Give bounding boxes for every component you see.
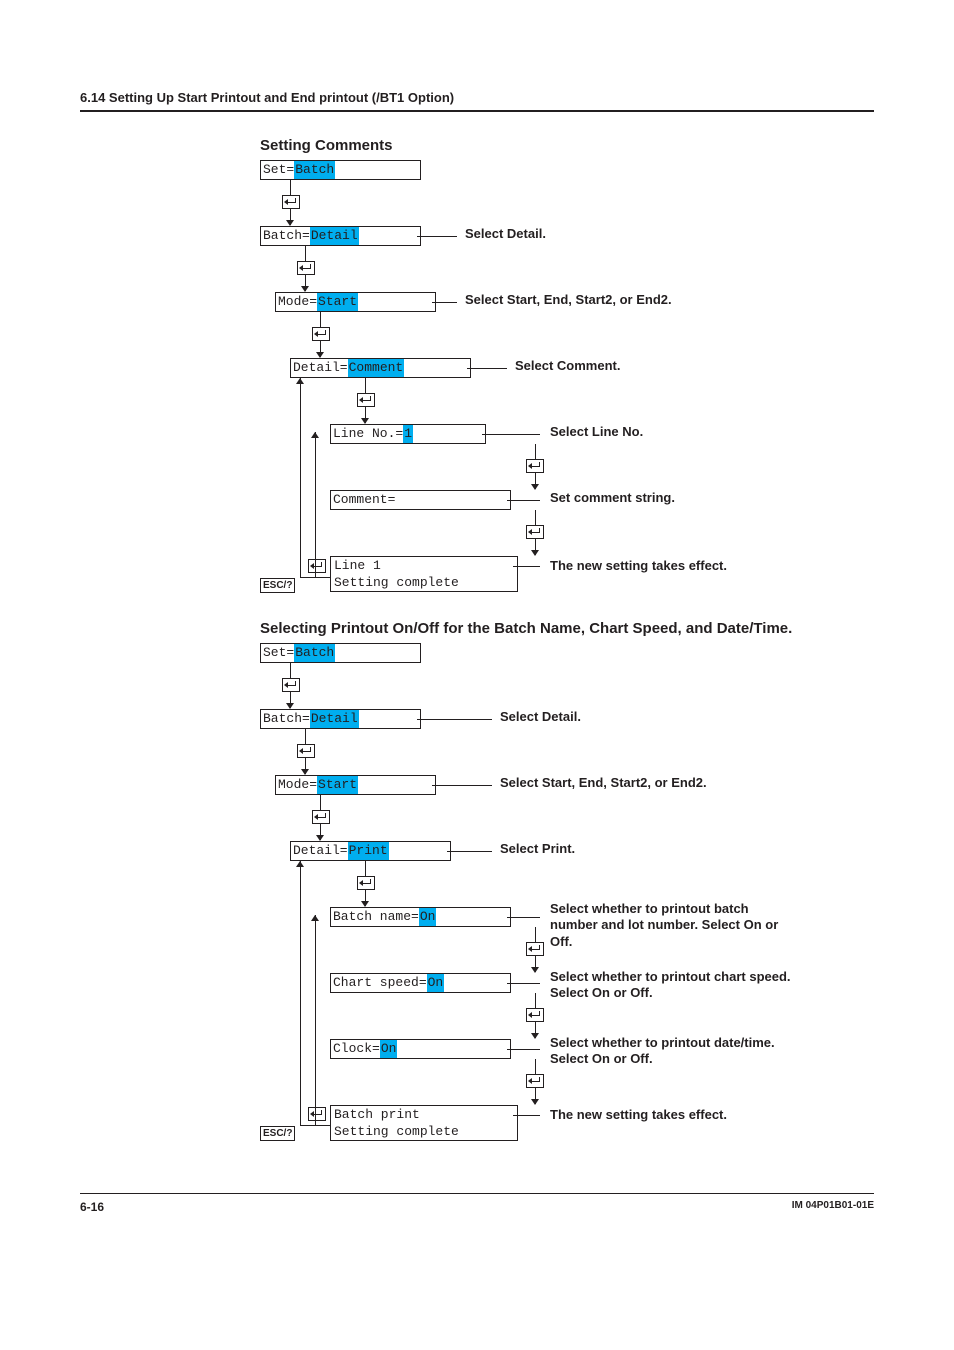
value: Comment — [348, 359, 405, 377]
box-clock: Clock=On — [330, 1039, 511, 1059]
value: Batch — [294, 644, 335, 662]
enter-icon — [526, 525, 544, 539]
desc-final: The new setting takes effect. — [550, 558, 727, 574]
desc-detail: Select Comment. — [515, 358, 620, 374]
section-header: 6.14 Setting Up Start Printout and End p… — [80, 90, 874, 112]
label: Comment= — [333, 491, 395, 509]
final-l1: Line 1 — [334, 557, 514, 574]
box-batch: Batch=Detail — [260, 709, 421, 729]
value: Detail — [310, 227, 359, 245]
box-mode: Mode=Start — [275, 292, 436, 312]
proc2-title: Selecting Printout On/Off for the Batch … — [260, 620, 874, 637]
enter-icon — [312, 810, 330, 824]
box-detail: Detail=Comment — [290, 358, 471, 378]
box-final: Batch print Setting complete — [330, 1105, 518, 1141]
final-l2: Setting complete — [334, 1123, 514, 1140]
diagram-2: Set=Batch Batch=Detail Select Detail. Mo… — [260, 643, 910, 1153]
enter-icon — [308, 559, 326, 573]
esc-label: ESC/? — [260, 578, 295, 593]
box-comment: Comment= — [330, 490, 511, 510]
value: Print — [348, 842, 389, 860]
final-l2: Setting complete — [334, 574, 514, 591]
value: On — [419, 908, 437, 926]
enter-icon — [526, 459, 544, 473]
enter-icon — [282, 195, 300, 209]
enter-icon — [526, 1008, 544, 1022]
box-set: Set=Batch — [260, 643, 421, 663]
label: Set= — [263, 161, 294, 179]
value: 1 — [403, 425, 413, 443]
enter-icon — [308, 1107, 326, 1121]
box-final: Line 1 Setting complete — [330, 556, 518, 592]
desc-batchname: Select whether to printout batch number … — [550, 901, 795, 950]
label: Line No.= — [333, 425, 403, 443]
final-l1: Batch print — [334, 1106, 514, 1123]
desc-final: The new setting takes effect. — [550, 1107, 727, 1123]
enter-icon — [282, 678, 300, 692]
box-mode: Mode=Start — [275, 775, 436, 795]
label: Batch= — [263, 710, 310, 728]
label: Mode= — [278, 293, 317, 311]
label: Chart speed= — [333, 974, 427, 992]
value: Detail — [310, 710, 359, 728]
enter-icon — [526, 1074, 544, 1088]
esc-label: ESC/? — [260, 1126, 295, 1141]
enter-icon — [357, 393, 375, 407]
label: Detail= — [293, 842, 348, 860]
box-set: Set=Batch — [260, 160, 421, 180]
value: Batch — [294, 161, 335, 179]
page-number: 6-16 — [80, 1200, 104, 1214]
desc-batch: Select Detail. — [500, 709, 581, 725]
diagram-1: Set=Batch Batch=Detail Select Detail. Mo… — [260, 160, 910, 620]
enter-icon — [312, 327, 330, 341]
enter-icon — [357, 876, 375, 890]
label: Mode= — [278, 776, 317, 794]
box-lineno: Line No.=1 — [330, 424, 486, 444]
box-chartspeed: Chart speed=On — [330, 973, 511, 993]
desc-batch: Select Detail. — [465, 226, 546, 242]
value: On — [427, 974, 445, 992]
desc-lineno: Select Line No. — [550, 424, 643, 440]
box-detail: Detail=Print — [290, 841, 451, 861]
enter-icon — [297, 261, 315, 275]
label: Batch name= — [333, 908, 419, 926]
value: Start — [317, 293, 358, 311]
desc-mode: Select Start, End, Start2, or End2. — [465, 292, 672, 308]
proc1-title: Setting Comments — [260, 137, 874, 154]
enter-icon — [297, 744, 315, 758]
label: Clock= — [333, 1040, 380, 1058]
label: Batch= — [263, 227, 310, 245]
box-batchname: Batch name=On — [330, 907, 511, 927]
desc-mode: Select Start, End, Start2, or End2. — [500, 775, 707, 791]
desc-detail: Select Print. — [500, 841, 575, 857]
doc-id: IM 04P01B01-01E — [792, 1200, 874, 1214]
desc-comment: Set comment string. — [550, 490, 675, 506]
desc-clock: Select whether to printout date/time. Se… — [550, 1035, 795, 1068]
label: Set= — [263, 644, 294, 662]
box-batch: Batch=Detail — [260, 226, 421, 246]
desc-chartspeed: Select whether to printout chart speed. … — [550, 969, 795, 1002]
enter-icon — [526, 942, 544, 956]
page-footer: 6-16 IM 04P01B01-01E — [80, 1193, 874, 1214]
label: Detail= — [293, 359, 348, 377]
value: Start — [317, 776, 358, 794]
value: On — [380, 1040, 398, 1058]
